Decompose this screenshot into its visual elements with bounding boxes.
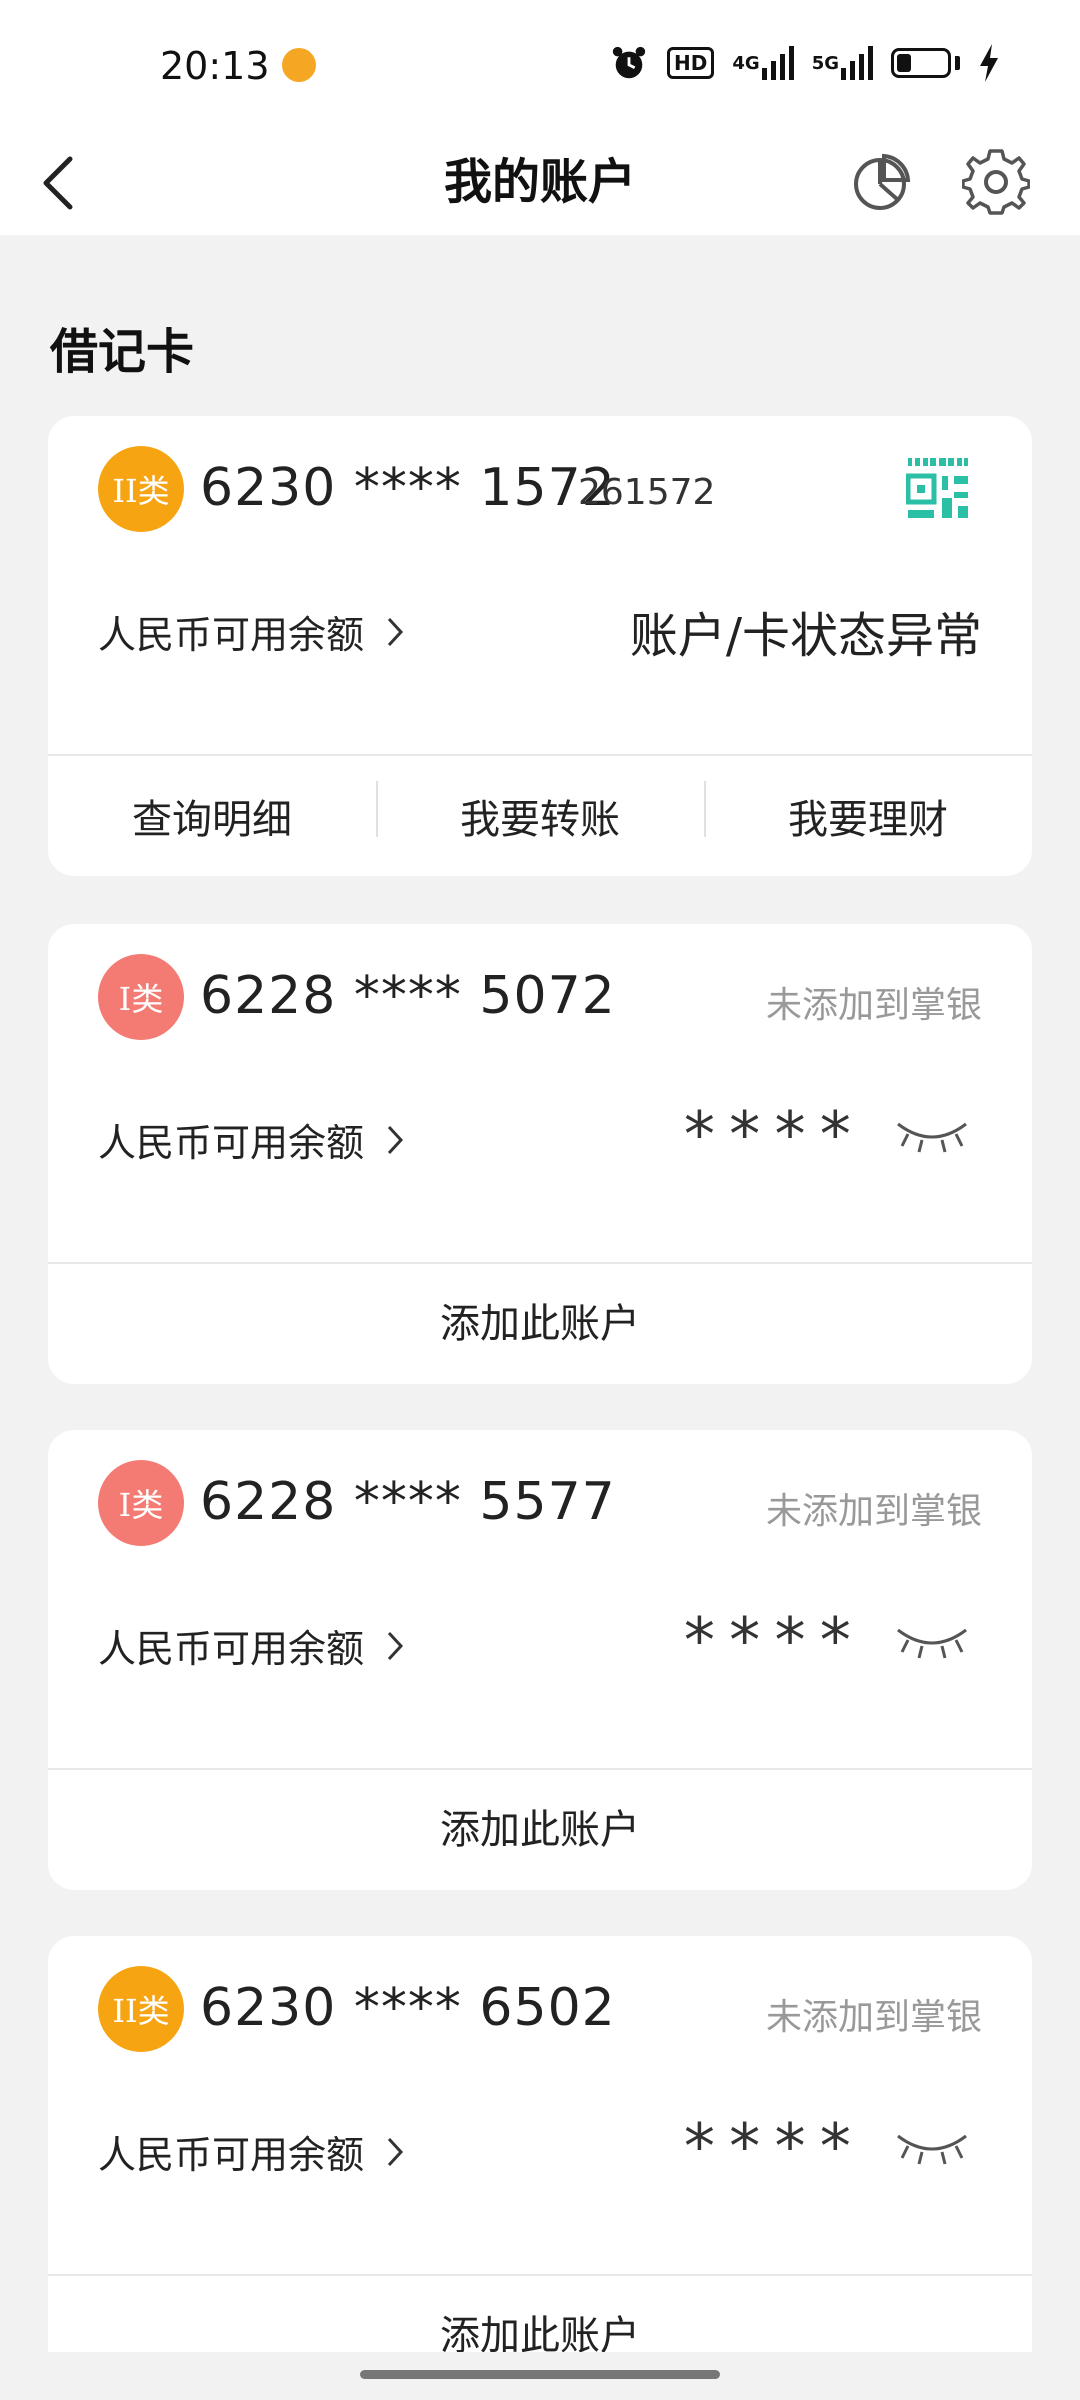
status-time: 20:13 bbox=[160, 44, 270, 88]
back-button[interactable] bbox=[38, 148, 98, 218]
battery-icon bbox=[891, 48, 951, 78]
nav-bar: 我的账户 bbox=[0, 130, 1080, 235]
balance-label-text: 人民币可用余额 bbox=[98, 613, 365, 657]
masked-balance: **** bbox=[680, 2110, 862, 2183]
signal-4g-icon: 4G bbox=[732, 44, 794, 82]
card-number: 6228 **** 5577 bbox=[200, 1472, 616, 1532]
balance-label[interactable]: 人民币可用余额 bbox=[98, 1112, 404, 1167]
card-number: 6230 **** 1572 bbox=[200, 458, 616, 518]
account-status-text: 账户/卡状态异常 bbox=[629, 608, 982, 664]
add-account-button[interactable]: 添加此账户 bbox=[48, 1264, 1032, 1384]
eye-closed-icon[interactable] bbox=[894, 1622, 970, 1662]
account-type-badge: I类 bbox=[98, 954, 184, 1040]
balance-label-text: 人民币可用余额 bbox=[98, 1627, 365, 1671]
balance-label-text: 人民币可用余额 bbox=[98, 2133, 365, 2177]
balance-label[interactable]: 人民币可用余额 bbox=[98, 1618, 404, 1673]
balance-label[interactable]: 人民币可用余额 bbox=[98, 604, 404, 659]
transfer-button[interactable]: 我要转账 bbox=[376, 781, 704, 845]
card-suffix: 261572 bbox=[578, 472, 716, 513]
card-status: 未添加到掌银 bbox=[765, 985, 982, 1026]
card-number: 6228 **** 5072 bbox=[200, 966, 616, 1026]
add-account-button[interactable]: 添加此账户 bbox=[48, 1770, 1032, 1890]
masked-balance: **** bbox=[680, 1604, 862, 1677]
page-title: 我的账户 bbox=[443, 154, 636, 210]
eye-closed-icon[interactable] bbox=[894, 1116, 970, 1156]
battery-tip bbox=[955, 56, 960, 70]
card-status: 未添加到掌银 bbox=[765, 1997, 982, 2038]
notification-app-icon bbox=[282, 48, 316, 82]
alarm-icon bbox=[612, 46, 646, 79]
card-status: 未添加到掌银 bbox=[765, 1491, 982, 1532]
masked-balance: **** bbox=[680, 1098, 862, 1171]
account-card[interactable]: II类 6230 **** 6502 未添加到掌银 人民币可用余额 **** 添… bbox=[48, 1936, 1032, 2396]
gear-icon[interactable] bbox=[962, 148, 1030, 216]
account-type-badge: II类 bbox=[98, 1966, 184, 2052]
chevron-right-icon bbox=[387, 1631, 404, 1660]
section-title-debit-card: 借记卡 bbox=[50, 324, 195, 380]
account-card[interactable]: I类 6228 **** 5072 未添加到掌银 人民币可用余额 **** 添加… bbox=[48, 924, 1032, 1384]
chevron-right-icon bbox=[387, 617, 404, 646]
status-bar: 20:13 HD 4G 5G bbox=[0, 0, 1080, 130]
chevron-right-icon bbox=[387, 2137, 404, 2166]
card-number: 6230 **** 6502 bbox=[200, 1978, 616, 2038]
balance-label-text: 人民币可用余额 bbox=[98, 1121, 365, 1165]
eye-closed-icon[interactable] bbox=[894, 2128, 970, 2168]
charging-icon bbox=[980, 44, 998, 82]
signal-5g-label: 5G bbox=[811, 52, 839, 74]
home-indicator[interactable] bbox=[360, 2370, 720, 2379]
chevron-right-icon bbox=[387, 1125, 404, 1154]
query-detail-button[interactable]: 查询明细 bbox=[48, 787, 376, 845]
account-type-badge: I类 bbox=[98, 1460, 184, 1546]
account-card[interactable]: II类 6230 **** 1572 261572 人民币可用余额 账户/卡状态… bbox=[48, 416, 1032, 876]
balance-label[interactable]: 人民币可用余额 bbox=[98, 2124, 404, 2179]
account-card[interactable]: I类 6228 **** 5577 未添加到掌银 人民币可用余额 **** 添加… bbox=[48, 1430, 1032, 1890]
pie-chart-icon[interactable] bbox=[848, 150, 912, 214]
status-icons: HD 4G 5G bbox=[609, 44, 1000, 82]
account-type-badge: II类 bbox=[98, 446, 184, 532]
qr-code-icon[interactable] bbox=[906, 456, 970, 520]
back-arrow-icon bbox=[43, 156, 73, 210]
wealth-management-button[interactable]: 我要理财 bbox=[704, 781, 1032, 845]
hd-icon: HD bbox=[667, 47, 715, 79]
signal-4g-label: 4G bbox=[732, 52, 760, 74]
signal-5g-icon: 5G bbox=[812, 44, 873, 82]
